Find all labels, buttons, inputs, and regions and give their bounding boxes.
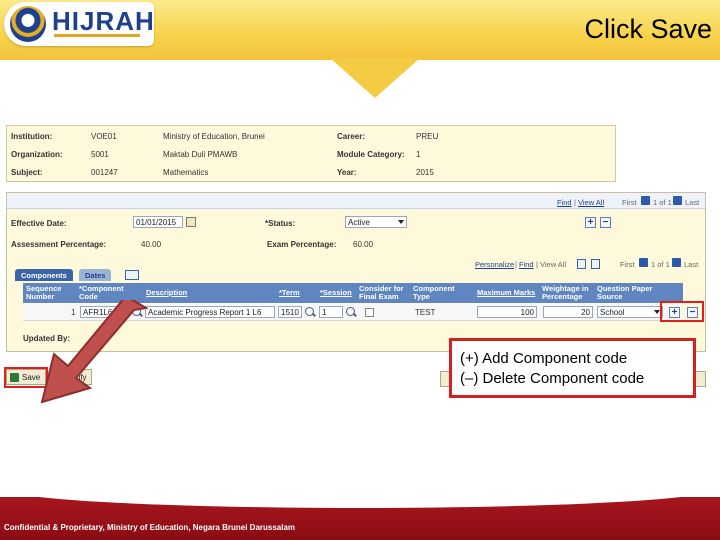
first-label[interactable]: First — [622, 198, 637, 207]
footer-text: Confidential & Proprietary, Ministry of … — [4, 523, 296, 532]
grid-view-all-link[interactable]: View All — [540, 260, 566, 269]
final-exam-checkbox[interactable] — [365, 308, 374, 317]
organization-name: Maktab Duli PMAWB — [163, 150, 238, 159]
personalize-link[interactable]: Personalize — [475, 260, 514, 269]
col-session[interactable]: *Session — [320, 289, 356, 297]
institution-label: Institution: — [11, 132, 53, 141]
last-label[interactable]: Last — [685, 198, 699, 207]
cell-component-type: TEST — [415, 308, 436, 317]
exam-pct-label: Exam Percentage: — [267, 240, 337, 249]
zoom-icon[interactable] — [577, 259, 586, 269]
exam-pct-value: 60.00 — [353, 240, 374, 249]
lookup-session-icon[interactable] — [346, 307, 355, 316]
institution-name: Ministry of Education, Brunei — [163, 132, 265, 141]
delete-row-icon[interactable]: − — [600, 217, 611, 228]
question-paper-source-value: School — [600, 308, 625, 317]
grid-last-label[interactable]: Last — [684, 260, 698, 269]
calendar-icon[interactable] — [186, 217, 196, 227]
status-label: *Status: — [265, 219, 296, 228]
logo-tagline-bar — [54, 34, 140, 37]
organization-code: 5001 — [91, 150, 109, 159]
col-consider-final-exam: Consider for Final Exam — [359, 284, 404, 301]
chevron-down-icon — [398, 220, 404, 224]
year-value: 2015 — [416, 168, 434, 177]
add-delete-callout: (+) Add Component code (–) Delete Compon… — [449, 338, 696, 398]
add-delete-highlight — [660, 301, 704, 322]
grid-prev-page-icon[interactable] — [639, 258, 648, 267]
lookup-term-icon[interactable] — [305, 307, 314, 316]
panel-nav-bar: Find | View All First 1 of 1 Last — [7, 193, 705, 209]
career-value: PREU — [416, 132, 439, 141]
session-input[interactable]: 1 — [319, 306, 343, 318]
subject-code: 001247 — [91, 168, 118, 177]
view-all-link[interactable]: View All — [578, 198, 604, 207]
institution-code: VOE01 — [91, 132, 117, 141]
subject-name: Mathematics — [163, 168, 209, 177]
tab-components[interactable]: Components — [15, 269, 73, 281]
maximum-marks-input[interactable]: 100 — [477, 306, 537, 318]
subject-label: Subject: — [11, 168, 43, 177]
module-category-value: 1 — [416, 150, 421, 159]
next-page-icon[interactable] — [673, 196, 682, 205]
col-description[interactable]: Description — [146, 289, 266, 297]
status-value: Active — [348, 218, 370, 227]
weightage-input[interactable]: 20 — [543, 306, 593, 318]
module-category-label: Module Category: — [337, 150, 405, 159]
callout-delete-line: (–) Delete Component code — [460, 370, 645, 387]
col-maximum-marks[interactable]: Maximum Marks — [477, 289, 539, 297]
info-box: Institution: VOE01 Ministry of Education… — [6, 125, 616, 182]
assessment-pct-label: Assessment Percentage: — [11, 240, 107, 249]
show-all-columns-icon[interactable] — [125, 270, 139, 280]
prev-page-icon[interactable] — [641, 196, 650, 205]
assessment-pct-value: 40.00 — [141, 240, 162, 249]
crest-icon — [10, 6, 46, 42]
grid-find-link[interactable]: Find — [519, 260, 534, 269]
slide-title: Click Save — [584, 14, 712, 44]
question-paper-source-select[interactable]: School — [597, 306, 663, 318]
logo-text: HIJRAH — [52, 6, 155, 36]
grid-next-page-icon[interactable] — [672, 258, 681, 267]
status-select[interactable]: Active — [345, 216, 407, 228]
col-weightage: Weightage in Percentage — [542, 284, 589, 301]
banner-notch — [330, 58, 420, 98]
description-input[interactable]: Academic Progress Report 1 L6 — [145, 306, 275, 318]
pointer-arrow-icon — [40, 300, 149, 404]
grid-page-range: 1 of 1 — [651, 260, 670, 269]
effective-date-label: Effective Date: — [11, 219, 67, 228]
callout-add-line: (+) Add Component code — [460, 350, 628, 367]
organization-label: Organization: — [11, 150, 63, 159]
add-row-icon[interactable]: + — [585, 217, 596, 228]
tab-dates[interactable]: Dates — [79, 269, 112, 281]
career-label: Career: — [337, 132, 366, 141]
grid-first-label[interactable]: First — [620, 260, 635, 269]
col-question-paper-source: Question Paper Source — [597, 284, 653, 301]
find-link[interactable]: Find — [557, 198, 572, 207]
hijrah-logo: HIJRAH — [4, 2, 154, 46]
col-sequence-number: Sequence Number — [26, 284, 62, 301]
col-component-type: Component Type — [413, 284, 455, 301]
effective-date-input[interactable]: 01/01/2015 — [133, 216, 183, 228]
page-range: 1 of 1 — [653, 198, 672, 207]
term-input[interactable]: 1510 — [278, 306, 302, 318]
download-icon[interactable] — [591, 259, 600, 269]
year-label: Year: — [337, 168, 357, 177]
col-component-code: *Component Code — [79, 284, 124, 301]
col-term[interactable]: *Term — [279, 289, 315, 297]
